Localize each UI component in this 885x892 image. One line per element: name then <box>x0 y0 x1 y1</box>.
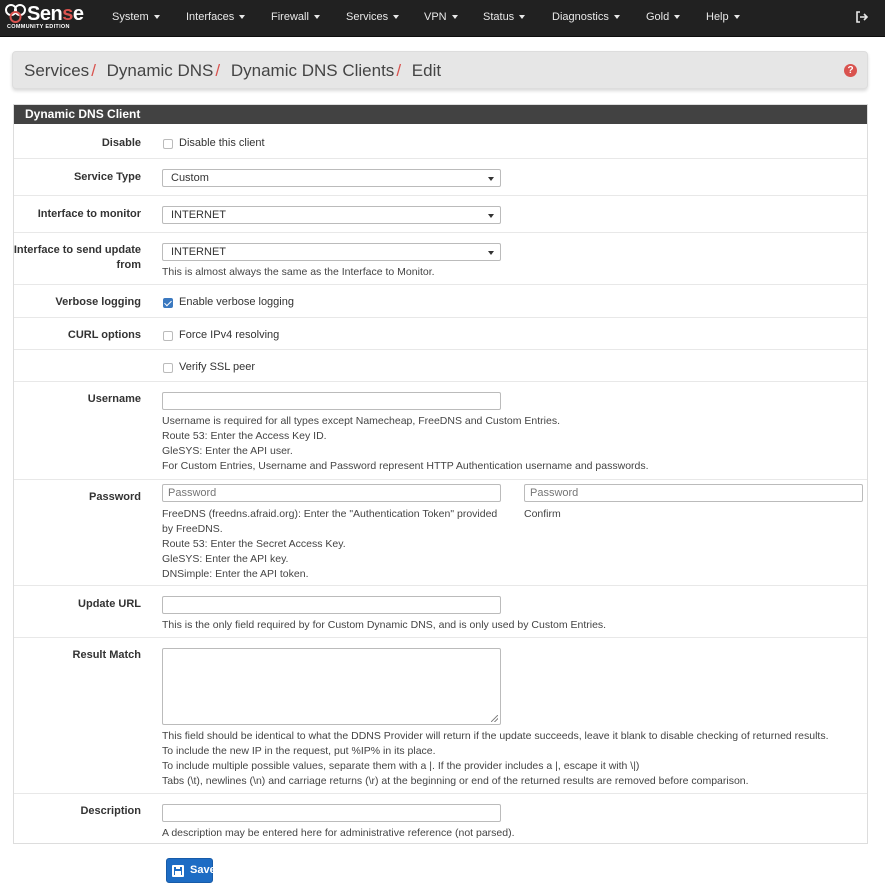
save-button-label: Save <box>190 864 216 876</box>
nav-interfaces[interactable]: Interfaces <box>186 11 246 23</box>
nav-vpn[interactable]: VPN <box>424 11 458 23</box>
breadcrumb-dynamic-dns[interactable]: Dynamic DNS <box>107 61 214 80</box>
breadcrumb-services[interactable]: Services <box>24 61 89 80</box>
nav-firewall[interactable]: Firewall <box>271 11 320 23</box>
label-username: Username <box>87 393 141 405</box>
result-match-textarea[interactable] <box>162 648 501 725</box>
update-url-input[interactable] <box>162 596 501 614</box>
nav-help[interactable]: Help <box>706 11 740 23</box>
row-username: Username Username is required for all ty… <box>14 381 867 479</box>
nav-services[interactable]: Services <box>346 11 400 23</box>
username-input[interactable] <box>162 392 501 410</box>
interface-monitor-select[interactable]: INTERNET <box>162 206 501 224</box>
label-interface-monitor: Interface to monitor <box>37 208 141 220</box>
chevron-down-icon <box>733 15 740 20</box>
dynamic-dns-client-panel: Dynamic DNS Client Disable Disable this … <box>13 104 868 844</box>
logo-subtitle: COMMUNITY EDITION <box>7 24 70 30</box>
label-password: Password <box>89 491 141 503</box>
chevron-down-icon <box>451 15 458 20</box>
resize-handle-icon[interactable] <box>491 715 498 722</box>
chevron-down-icon <box>239 15 246 20</box>
password-help-3: Route 53: Enter the Secret Access Key. <box>162 538 346 550</box>
save-icon <box>172 865 184 877</box>
description-input[interactable] <box>162 804 501 822</box>
service-type-select[interactable]: Custom <box>162 169 501 187</box>
breadcrumb-edit: Edit <box>411 61 442 80</box>
label-curl: CURL options <box>67 329 141 341</box>
description-help: A description may be entered here for ad… <box>162 827 515 839</box>
row-verbose: Verbose logging Enable verbose logging <box>14 284 867 317</box>
row-description: Description A description may be entered… <box>14 793 867 844</box>
nav-gold[interactable]: Gold <box>646 11 681 23</box>
password-help-1: FreeDNS (freedns.afraid.org): Enter the … <box>162 508 498 520</box>
chevron-down-icon <box>488 214 494 218</box>
row-password: Password Confirm FreeDNS (freedns.afraid… <box>14 479 867 585</box>
password-confirm-input[interactable] <box>524 484 863 502</box>
row-disable: Disable Disable this client <box>14 124 867 158</box>
row-update-url: Update URL This is the only field requir… <box>14 585 867 637</box>
row-curl-ssl: Verify SSL peer <box>14 349 867 381</box>
label-description: Description <box>80 805 141 817</box>
update-url-help: This is the only field required by for C… <box>162 619 607 631</box>
interface-send-help: This is almost always the same as the In… <box>162 266 435 278</box>
help-icon[interactable]: ? <box>844 64 857 77</box>
password-help-2: by FreeDNS. <box>162 523 223 535</box>
label-service-type: Service Type <box>73 171 141 183</box>
result-match-help-2: To include the new IP in the request, pu… <box>162 745 436 757</box>
label-result-match: Result Match <box>72 649 141 661</box>
password-input[interactable] <box>162 484 501 502</box>
verbose-checkbox-label[interactable]: Enable verbose logging <box>179 296 294 308</box>
row-service-type: Service Type Custom <box>14 158 867 195</box>
row-result-match: Result Match This field should be identi… <box>14 637 867 793</box>
password-help-4: GleSYS: Enter the API key. <box>162 553 289 565</box>
nav-status[interactable]: Status <box>483 11 526 23</box>
password-help-5: DNSimple: Enter the API token. <box>162 568 309 580</box>
logo-wordmark: Sense <box>27 3 84 25</box>
top-navbar: Sense COMMUNITY EDITION System Interface… <box>0 0 885 37</box>
force-ipv4-label[interactable]: Force IPv4 resolving <box>179 329 279 341</box>
result-match-help-1: This field should be identical to what t… <box>162 730 829 742</box>
username-help-2: Route 53: Enter the Access Key ID. <box>162 430 327 442</box>
chevron-down-icon <box>153 15 160 20</box>
label-disable: Disable <box>101 137 141 149</box>
label-verbose: Verbose logging <box>55 296 141 308</box>
interface-send-select[interactable]: INTERNET <box>162 243 501 261</box>
chevron-down-icon <box>519 15 526 20</box>
breadcrumb-dynamic-dns-clients[interactable]: Dynamic DNS Clients <box>231 61 394 80</box>
verbose-checkbox[interactable] <box>163 298 173 308</box>
force-ipv4-checkbox[interactable] <box>163 331 173 341</box>
chevron-down-icon <box>674 15 681 20</box>
chevron-down-icon <box>313 15 320 20</box>
chevron-down-icon <box>488 177 494 181</box>
disable-checkbox-label[interactable]: Disable this client <box>179 137 265 149</box>
save-button[interactable]: Save <box>166 858 216 883</box>
pfsense-logo[interactable]: Sense COMMUNITY EDITION <box>5 3 89 34</box>
result-match-help-4: Tabs (\t), newlines (\n) and carriage re… <box>162 775 749 787</box>
logout-icon[interactable] <box>855 10 869 24</box>
nav-diagnostics[interactable]: Diagnostics <box>552 11 620 23</box>
row-curl-ipv4: CURL options Force IPv4 resolving <box>14 317 867 349</box>
label-interface-send: Interface to send update from <box>13 244 141 271</box>
label-update-url: Update URL <box>78 598 141 610</box>
chevron-down-icon <box>488 251 494 255</box>
row-interface-send: Interface to send update from INTERNET T… <box>14 232 867 284</box>
result-match-help-3: To include multiple possible values, sep… <box>162 760 640 772</box>
verify-ssl-label[interactable]: Verify SSL peer <box>179 361 255 373</box>
verify-ssl-checkbox[interactable] <box>163 363 173 373</box>
chevron-down-icon <box>613 15 620 20</box>
username-help-3: GleSYS: Enter the API user. <box>162 445 293 457</box>
password-confirm-label: Confirm <box>524 508 561 520</box>
nav-system[interactable]: System <box>112 11 160 23</box>
logo-icon <box>5 4 26 23</box>
panel-title: Dynamic DNS Client <box>14 105 867 124</box>
disable-checkbox[interactable] <box>163 139 173 149</box>
row-interface-monitor: Interface to monitor INTERNET <box>14 195 867 232</box>
chevron-down-icon <box>393 15 400 20</box>
breadcrumb: Services / Dynamic DNS / Dynamic DNS Clien… <box>12 51 868 89</box>
username-help-1: Username is required for all types excep… <box>162 415 561 427</box>
username-help-4: For Custom Entries, Username and Passwor… <box>162 460 649 472</box>
